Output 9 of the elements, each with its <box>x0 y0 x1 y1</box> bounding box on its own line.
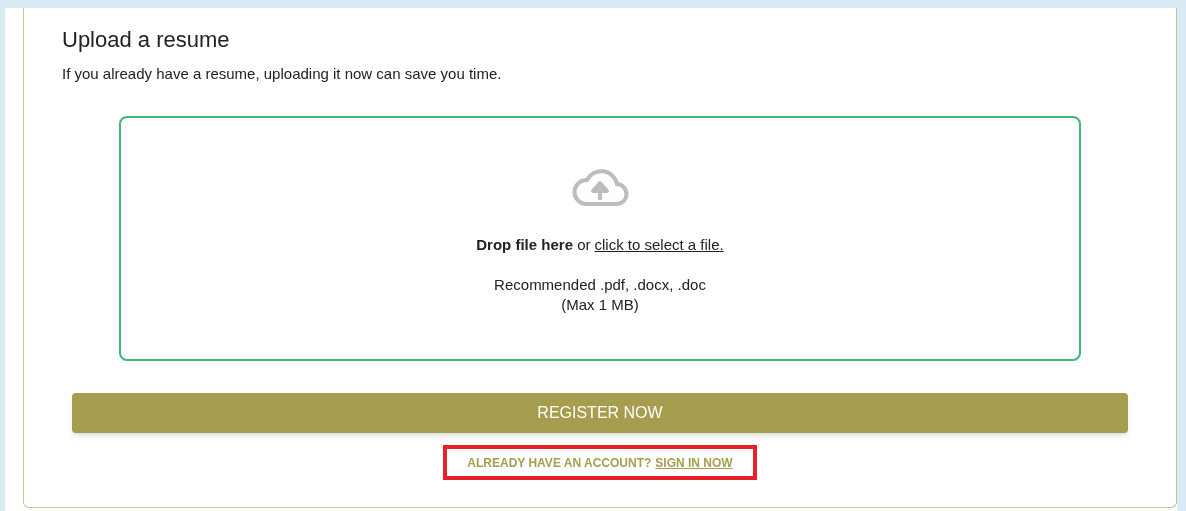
section-title: Upload a resume <box>62 26 230 54</box>
section-description: If you already have a resume, uploading it now can save you time. <box>62 64 503 84</box>
cloud-upload-icon <box>571 168 629 208</box>
account-prompt: ALREADY HAVE AN ACCOUNT? <box>467 454 652 472</box>
recommended-formats: Recommended .pdf, .docx, .doc <box>494 274 706 295</box>
size-limit: (Max 1 MB) <box>561 294 639 315</box>
select-file-link[interactable]: click to select a file. <box>594 234 724 257</box>
drop-instruction: Drop file here or <box>476 235 591 255</box>
file-dropzone[interactable]: Drop file here or click to select a file. Recommended .pdf, .docx, .doc (Max 1 MB) <box>119 116 1081 361</box>
